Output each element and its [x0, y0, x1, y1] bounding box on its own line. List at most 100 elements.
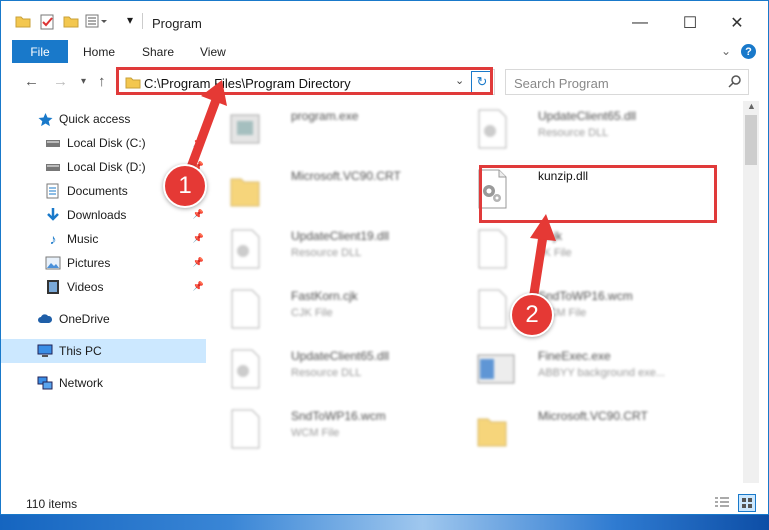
recent-locations-icon[interactable]: ▾	[81, 76, 86, 87]
pin-icon: 📌	[192, 233, 204, 243]
search-input[interactable]: Search Program	[514, 76, 609, 91]
pc-icon	[37, 343, 53, 359]
dll-icon	[476, 109, 508, 149]
help-icon[interactable]: ?	[741, 44, 756, 59]
exe-icon	[229, 109, 261, 149]
nav-item-pictures[interactable]: Pictures 📌	[1, 251, 206, 275]
search-icon[interactable]	[728, 74, 742, 91]
nav-item-label: Quick access	[59, 112, 131, 126]
nav-item-label: Music	[67, 232, 99, 246]
list-item[interactable]: SndToWP16.wcm WCM File	[219, 403, 459, 459]
tab-home[interactable]: Home	[83, 45, 115, 59]
nav-item-quick-access[interactable]: Quick access	[1, 107, 206, 131]
file-name: UpdateClient65.dll	[538, 109, 637, 123]
nav-item-label: Network	[59, 376, 104, 390]
list-item[interactable]: SndToWP16.wcm WCM File	[466, 283, 706, 339]
nav-item-videos[interactable]: Videos 📌	[1, 275, 206, 299]
nav-item-label: Downloads	[67, 208, 127, 222]
up-arrow-icon[interactable]: ↑	[98, 73, 106, 90]
nav-item-label: Pictures	[67, 256, 111, 270]
view-options-icon[interactable]	[85, 14, 107, 31]
pin-icon: 📌	[192, 137, 204, 147]
list-item[interactable]: Microsoft.VC90.CRT	[219, 163, 459, 219]
file-name: Microsoft.VC90.CRT	[538, 409, 648, 423]
properties-icon[interactable]	[39, 14, 55, 33]
dll-icon	[229, 229, 261, 269]
nav-item-label: Videos	[67, 280, 104, 294]
network-icon	[37, 375, 53, 391]
scrollbar-thumb[interactable]	[745, 115, 757, 165]
file-name: UpdateClient65.dll	[291, 349, 390, 363]
file-type: WCM File	[291, 427, 340, 439]
documents-icon	[45, 183, 61, 199]
list-item[interactable]: Jtl.jk JK File	[466, 223, 706, 279]
explorer-window: ▾ Program — ☐ ✕ File Home Share View ⌄ ?…	[0, 0, 769, 515]
file-icon	[476, 289, 508, 329]
large-icons-view-icon[interactable]	[738, 494, 756, 512]
nav-item-label: Local Disk (D:)	[67, 160, 146, 174]
folder-small-icon	[15, 14, 31, 31]
list-item[interactable]: UpdateClient65.dll Resource DLL	[219, 343, 459, 399]
scroll-up-icon[interactable]: ▲	[747, 101, 756, 111]
details-view-icon[interactable]	[714, 496, 730, 513]
folder-icon	[476, 409, 508, 449]
forward-arrow-icon[interactable]: →	[53, 73, 68, 90]
item-count: 110 items	[26, 497, 78, 511]
download-icon	[45, 207, 61, 223]
file-name: FineExec.exe	[538, 349, 611, 363]
file-name: Jtl.jk	[538, 229, 562, 243]
music-icon: ♪	[49, 231, 57, 247]
close-button[interactable]: ✕	[715, 9, 759, 37]
pin-icon: 📌	[192, 281, 204, 291]
list-item[interactable]: program.exe	[219, 103, 459, 159]
folder-icon	[229, 169, 261, 209]
nav-item-downloads[interactable]: Downloads 📌	[1, 203, 206, 227]
dll-icon	[229, 349, 261, 389]
nav-item-this-pc[interactable]: This PC	[1, 339, 206, 363]
nav-item-music[interactable]: ♪ Music 📌	[1, 227, 206, 251]
window-title: Program	[152, 16, 202, 31]
customize-toolbar-icon[interactable]: ▾	[127, 13, 133, 27]
drive-icon	[45, 135, 61, 151]
step-badge-2: 2	[510, 293, 554, 337]
file-name: SndToWP16.wcm	[291, 409, 386, 423]
file-type: JK File	[538, 247, 572, 259]
annotation-highlight-file	[479, 165, 717, 223]
search-box[interactable]: Search Program	[505, 69, 749, 95]
vertical-scrollbar[interactable]: ▲	[743, 101, 759, 483]
list-item[interactable]: FastKorn.cjk CJK File	[219, 283, 459, 339]
file-name: program.exe	[291, 109, 359, 123]
file-name: UpdateClient19.dll	[291, 229, 390, 243]
minimize-button[interactable]: —	[618, 9, 662, 37]
list-item[interactable]: UpdateClient65.dll Resource DLL	[466, 103, 706, 159]
file-icon	[476, 229, 508, 269]
list-item[interactable]: FineExec.exe ABBYY background exe...	[466, 343, 706, 399]
ribbon-tabs: File Home Share View ⌄ ?	[1, 39, 768, 65]
list-item[interactable]: Microsoft.VC90.CRT	[466, 403, 706, 459]
file-name: SndToWP16.wcm	[538, 289, 633, 303]
nav-item-onedrive[interactable]: OneDrive	[1, 307, 206, 331]
file-list: program.exe UpdateClient65.dll Resource …	[209, 101, 741, 483]
nav-item-network[interactable]: Network	[1, 371, 206, 395]
nav-item-local-disk-c[interactable]: Local Disk (C:) 📌	[1, 131, 206, 155]
pin-icon: 📌	[192, 209, 204, 219]
drive-icon	[45, 159, 61, 175]
nav-item-label: This PC	[59, 344, 102, 358]
nav-item-label: Documents	[67, 184, 128, 198]
expand-ribbon-icon[interactable]: ⌄	[721, 44, 731, 58]
file-type: CJK File	[291, 307, 333, 319]
maximize-button[interactable]: ☐	[668, 9, 712, 37]
list-item[interactable]: UpdateClient19.dll Resource DLL	[219, 223, 459, 279]
new-folder-icon[interactable]	[63, 14, 79, 31]
file-type: Resource DLL	[291, 247, 362, 259]
nav-item-label: Local Disk (C:)	[67, 136, 146, 150]
file-type: ABBYY background exe...	[538, 367, 665, 379]
file-type: Resource DLL	[291, 367, 362, 379]
tab-view[interactable]: View	[200, 45, 226, 59]
file-icon	[229, 289, 261, 329]
tab-file[interactable]: File	[12, 40, 68, 63]
video-icon	[45, 279, 61, 295]
tab-share[interactable]: Share	[142, 45, 174, 59]
navigation-bar: ← → ▾ ↑ C:\Program Files\Program Directo…	[1, 65, 768, 99]
back-arrow-icon[interactable]: ←	[24, 73, 39, 90]
